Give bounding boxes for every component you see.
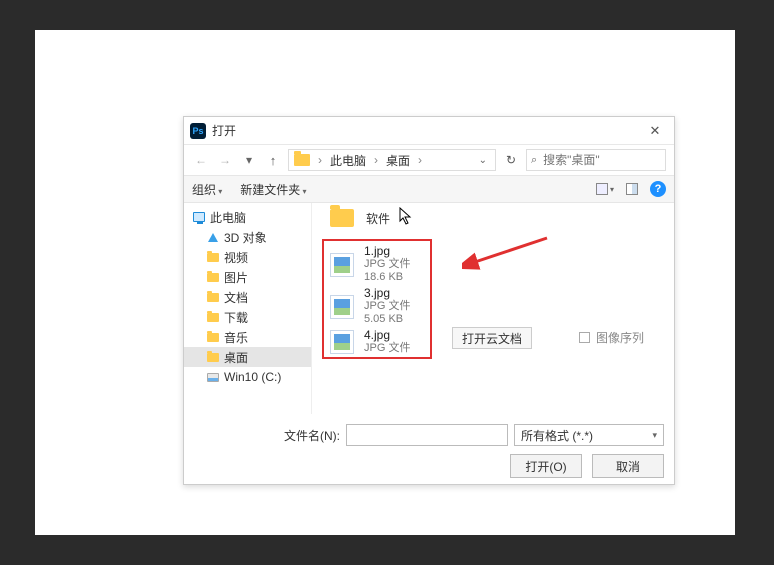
app-icon: Ps [190, 123, 206, 139]
tree-item-documents[interactable]: 文档 [184, 287, 311, 307]
chevron-right-icon: › [318, 153, 322, 167]
folder-icon [207, 333, 219, 342]
address-bar: ← → ▾ ↑ › 此电脑 › 桌面 › ⌄ ↻ ⌕ [184, 145, 674, 175]
nav-back-button[interactable]: ← [192, 153, 210, 167]
preview-pane-toggle[interactable] [626, 183, 638, 195]
folder-icon [207, 313, 219, 322]
folder-icon [330, 209, 354, 227]
list-file-item[interactable]: 4.jpg JPG 文件 [330, 329, 410, 355]
search-box[interactable]: ⌕ [526, 149, 666, 171]
tree-item-videos[interactable]: 视频 [184, 247, 311, 267]
view-options-button[interactable]: ▾ [596, 183, 614, 195]
folder-name: 软件 [366, 210, 390, 227]
folder-icon [207, 253, 219, 262]
drive-icon [207, 373, 219, 382]
folder-icon [207, 293, 219, 302]
tree-item-drive-c[interactable]: Win10 (C:) [184, 367, 311, 387]
organize-menu[interactable]: 组织 [192, 181, 222, 198]
image-sequence-checkbox[interactable]: 图像序列 [579, 329, 644, 346]
help-button[interactable]: ? [650, 181, 666, 197]
tree-this-pc[interactable]: 此电脑 [184, 207, 311, 227]
close-button[interactable]: ✕ [642, 121, 668, 141]
toolbar: 组织 新建文件夹 ▾ ? [184, 175, 674, 203]
checkbox-icon [579, 332, 590, 343]
folder-icon [294, 154, 310, 166]
chevron-right-icon: › [374, 153, 378, 167]
cube-icon [208, 233, 218, 242]
file-type-filter[interactable]: 所有格式 (*.*) ▾ [514, 424, 664, 446]
image-file-icon [330, 295, 354, 319]
filename-input[interactable] [346, 424, 508, 446]
refresh-button[interactable]: ↻ [502, 153, 520, 167]
titlebar: Ps 打开 ✕ [184, 117, 674, 145]
image-file-icon [330, 253, 354, 277]
breadcrumb-root[interactable]: 此电脑 [330, 152, 366, 169]
folder-icon [207, 353, 219, 362]
breadcrumb-path[interactable]: › 此电脑 › 桌面 › ⌄ [288, 149, 496, 171]
nav-tree[interactable]: 此电脑 3D 对象 视频 图片 文档 [184, 203, 312, 414]
nav-recent-dropdown[interactable]: ▾ [240, 153, 258, 167]
folder-icon [207, 273, 219, 282]
tree-item-3d[interactable]: 3D 对象 [184, 227, 311, 247]
pc-icon [193, 212, 205, 222]
nav-up-button[interactable]: ↑ [264, 153, 282, 168]
file-list-pane[interactable]: 软件 1.jpg JPG 文件 18.6 KB 3.jpg JPG 文件 [312, 203, 674, 414]
list-file-item[interactable]: 3.jpg JPG 文件 5.05 KB [330, 287, 410, 326]
image-file-icon [330, 330, 354, 354]
search-icon: ⌕ [531, 154, 537, 167]
cancel-button[interactable]: 取消 [592, 454, 664, 478]
breadcrumb-leaf[interactable]: 桌面 [386, 152, 410, 169]
list-folder-item[interactable]: 软件 [330, 209, 390, 227]
tree-item-downloads[interactable]: 下载 [184, 307, 311, 327]
dialog-body: 此电脑 3D 对象 视频 图片 文档 [184, 203, 674, 414]
breadcrumb-dropdown[interactable]: ⌄ [475, 155, 491, 166]
chevron-down-icon: ▾ [652, 430, 657, 441]
open-button[interactable]: 打开(O) [510, 454, 582, 478]
open-file-dialog: Ps 打开 ✕ ← → ▾ ↑ › 此电脑 › 桌面 › ⌄ ↻ ⌕ [183, 116, 675, 485]
annotation-arrow [462, 233, 552, 283]
filename-label: 文件名(N): [284, 427, 340, 444]
open-cloud-docs-button[interactable]: 打开云文档 [452, 327, 532, 349]
dialog-footer: 文件名(N): 所有格式 (*.*) ▾ 打开(O) 取消 [184, 414, 674, 484]
nav-forward-button[interactable]: → [216, 153, 234, 167]
tree-item-music[interactable]: 音乐 [184, 327, 311, 347]
search-input[interactable] [541, 152, 661, 168]
list-file-item[interactable]: 1.jpg JPG 文件 18.6 KB [330, 245, 410, 284]
new-folder-button[interactable]: 新建文件夹 [240, 181, 306, 198]
dialog-title: 打开 [212, 122, 236, 139]
tree-item-desktop[interactable]: 桌面 [184, 347, 311, 367]
tree-item-pictures[interactable]: 图片 [184, 267, 311, 287]
chevron-right-icon: › [418, 153, 422, 167]
